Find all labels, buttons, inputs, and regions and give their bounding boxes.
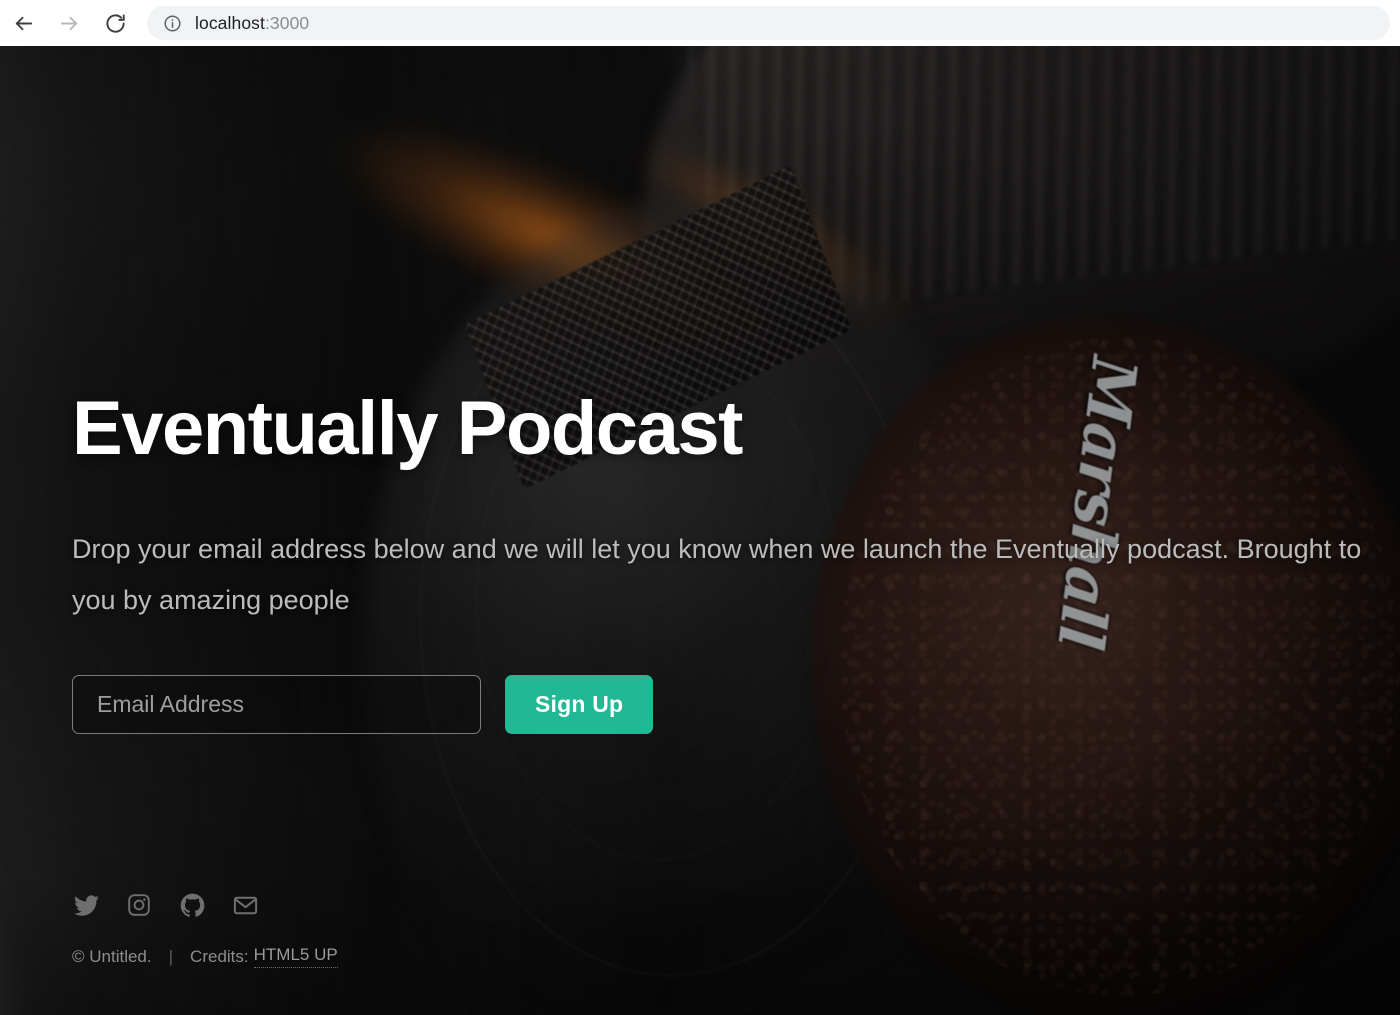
- social-links: [72, 891, 338, 919]
- page-title: Eventually Podcast: [72, 386, 743, 471]
- page-viewport: Marshall Eventually Podcast Drop your em…: [0, 46, 1400, 1015]
- github-icon: [180, 893, 205, 918]
- signup-button[interactable]: Sign Up: [505, 675, 654, 734]
- credits-link[interactable]: HTML5 UP: [253, 945, 338, 968]
- back-arrow-icon: [12, 12, 35, 35]
- envelope-icon: [233, 893, 258, 918]
- hero-footer: © Untitled. | Credits: HTML5 UP: [72, 891, 338, 968]
- reload-button[interactable]: [92, 0, 138, 46]
- reload-icon: [104, 12, 127, 35]
- social-link-twitter[interactable]: [72, 891, 100, 919]
- forward-arrow-icon: [58, 12, 81, 35]
- address-bar[interactable]: localhost:3000: [147, 6, 1390, 40]
- forward-button[interactable]: [46, 0, 92, 46]
- social-link-email[interactable]: [231, 891, 259, 919]
- back-button[interactable]: [0, 0, 46, 46]
- twitter-icon: [73, 893, 99, 918]
- hero-section: Eventually Podcast Drop your email addre…: [72, 46, 1382, 1015]
- info-circle-icon[interactable]: [163, 14, 182, 33]
- url-text: localhost:3000: [195, 13, 309, 34]
- footer-credits: © Untitled. | Credits: HTML5 UP: [72, 945, 338, 968]
- signup-form: Sign Up: [72, 675, 654, 734]
- browser-toolbar: localhost:3000: [0, 0, 1400, 46]
- url-port: :3000: [264, 12, 310, 33]
- footer-separator: |: [168, 946, 174, 966]
- social-link-instagram[interactable]: [125, 891, 153, 919]
- hero-description: Drop your email address below and we wil…: [72, 534, 1362, 616]
- instagram-icon: [127, 893, 151, 917]
- url-host: localhost: [195, 12, 265, 33]
- copyright-text: © Untitled.: [72, 946, 152, 966]
- credits-label: Credits:: [190, 946, 249, 966]
- social-link-github[interactable]: [178, 891, 206, 919]
- email-input[interactable]: [72, 675, 481, 734]
